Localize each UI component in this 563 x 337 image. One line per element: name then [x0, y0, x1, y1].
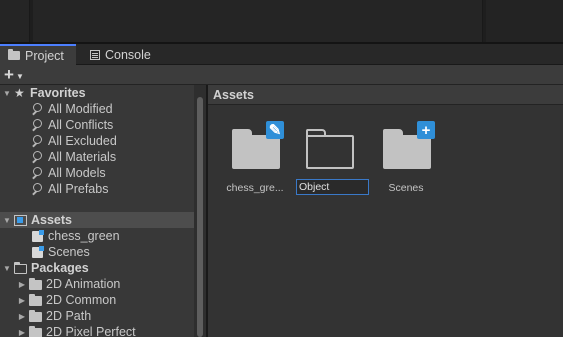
tree-label: All Models	[48, 166, 106, 180]
tab-label: Project	[25, 48, 64, 63]
scene-pane-center	[33, 0, 483, 44]
rename-input[interactable]	[296, 179, 369, 195]
tree-label: Scenes	[48, 245, 90, 259]
tree-item-2d-common[interactable]: ▶ 2D Common	[0, 292, 194, 308]
tree-item-all-conflicts[interactable]: All Conflicts	[0, 117, 194, 133]
asset-item-chess-green[interactable]: ✎ chess_gre...	[220, 121, 290, 201]
scene-view-area	[0, 0, 563, 44]
tree-label: All Conflicts	[48, 118, 114, 132]
asset-label: chess_gre...	[226, 182, 284, 194]
tree-item-all-modified[interactable]: All Modified	[0, 101, 194, 117]
folder-icon	[29, 326, 42, 337]
asset-item-scenes[interactable]: + Scenes	[371, 121, 441, 201]
asset-label: Scenes	[388, 182, 424, 194]
search-icon	[32, 119, 44, 131]
tree-label: chess_green	[48, 229, 120, 243]
folder-icon	[29, 278, 42, 290]
folder-icon	[29, 294, 42, 306]
asset-item-new-folder[interactable]	[294, 121, 369, 201]
project-tree-panel: ▼ ★ Favorites All Modified All Conflicts…	[0, 85, 206, 337]
tree-label: 2D Animation	[46, 277, 121, 291]
breadcrumb-assets[interactable]: Assets	[213, 88, 254, 102]
tree-label: Packages	[31, 261, 89, 275]
console-icon	[90, 49, 100, 60]
scrollbar-thumb[interactable]	[197, 97, 203, 337]
expand-right-icon[interactable]: ▶	[17, 328, 27, 337]
tree-label: Assets	[31, 213, 72, 227]
scene-pane-right	[486, 0, 563, 44]
scene-pane-left	[0, 0, 30, 44]
folder-icon	[8, 49, 20, 60]
folder-open-icon	[13, 261, 27, 274]
tree-item-packages[interactable]: ▼ Packages	[0, 260, 194, 276]
tree-label: All Prefabs	[48, 182, 109, 196]
scene-asset-icon	[32, 245, 44, 258]
tree-item-scenes[interactable]: Scenes	[0, 244, 194, 260]
expand-right-icon[interactable]: ▶	[17, 296, 27, 305]
tree-item-favorites[interactable]: ▼ ★ Favorites	[0, 85, 194, 101]
assets-folder-icon	[14, 214, 27, 226]
tree-label: All Materials	[48, 150, 117, 164]
expand-right-icon[interactable]: ▶	[17, 312, 27, 321]
search-icon	[32, 167, 44, 179]
search-icon	[32, 183, 44, 195]
tab-label: Console	[105, 47, 151, 62]
breadcrumb: Assets	[208, 85, 563, 105]
project-toolbar: + ▼	[0, 65, 563, 85]
expand-down-icon[interactable]: ▼	[2, 89, 12, 98]
tab-bar: Project Console	[0, 44, 563, 65]
empty-folder-icon	[306, 129, 354, 169]
tree-item-all-materials[interactable]: All Materials	[0, 149, 194, 165]
scene-asset-icon	[32, 229, 44, 242]
tree-scrollbar[interactable]	[194, 85, 206, 337]
tree-label: 2D Pixel Perfect	[46, 325, 136, 337]
tree-label: 2D Common	[46, 293, 117, 307]
expand-right-icon[interactable]: ▶	[17, 280, 27, 289]
tree-item-all-excluded[interactable]: All Excluded	[0, 133, 194, 149]
tab-console[interactable]: Console	[82, 44, 159, 65]
tree-label: All Modified	[48, 102, 113, 116]
tree-label: 2D Path	[46, 309, 92, 323]
tree-item-chess-green[interactable]: chess_green	[0, 228, 194, 244]
tree-label: All Excluded	[48, 134, 117, 148]
plus-icon: +	[417, 121, 435, 139]
create-button[interactable]: + ▼	[4, 65, 24, 84]
expand-down-icon[interactable]: ▼	[2, 264, 12, 273]
folder-icon	[29, 310, 42, 322]
tree-item-2d-path[interactable]: ▶ 2D Path	[0, 308, 194, 324]
tree-item-all-prefabs[interactable]: All Prefabs	[0, 181, 194, 197]
search-icon	[32, 135, 44, 147]
tree-item-2d-pixel-perfect[interactable]: ▶ 2D Pixel Perfect	[0, 324, 194, 337]
expand-down-icon[interactable]: ▼	[2, 216, 12, 225]
tree-item-all-models[interactable]: All Models	[0, 165, 194, 181]
tree-item-assets[interactable]: ▼ Assets	[0, 212, 194, 228]
tree-item-2d-animation[interactable]: ▶ 2D Animation	[0, 276, 194, 292]
search-icon	[32, 103, 44, 115]
tab-project[interactable]: Project	[0, 44, 76, 65]
search-icon	[32, 151, 44, 163]
plus-icon: +	[4, 65, 14, 84]
asset-grid-panel: Assets ✎ chess_gre... + Scenes	[208, 85, 563, 337]
tree-label: Favorites	[30, 86, 86, 100]
caret-down-icon: ▼	[15, 71, 24, 81]
star-icon: ★	[14, 86, 25, 100]
edit-icon: ✎	[266, 121, 284, 139]
